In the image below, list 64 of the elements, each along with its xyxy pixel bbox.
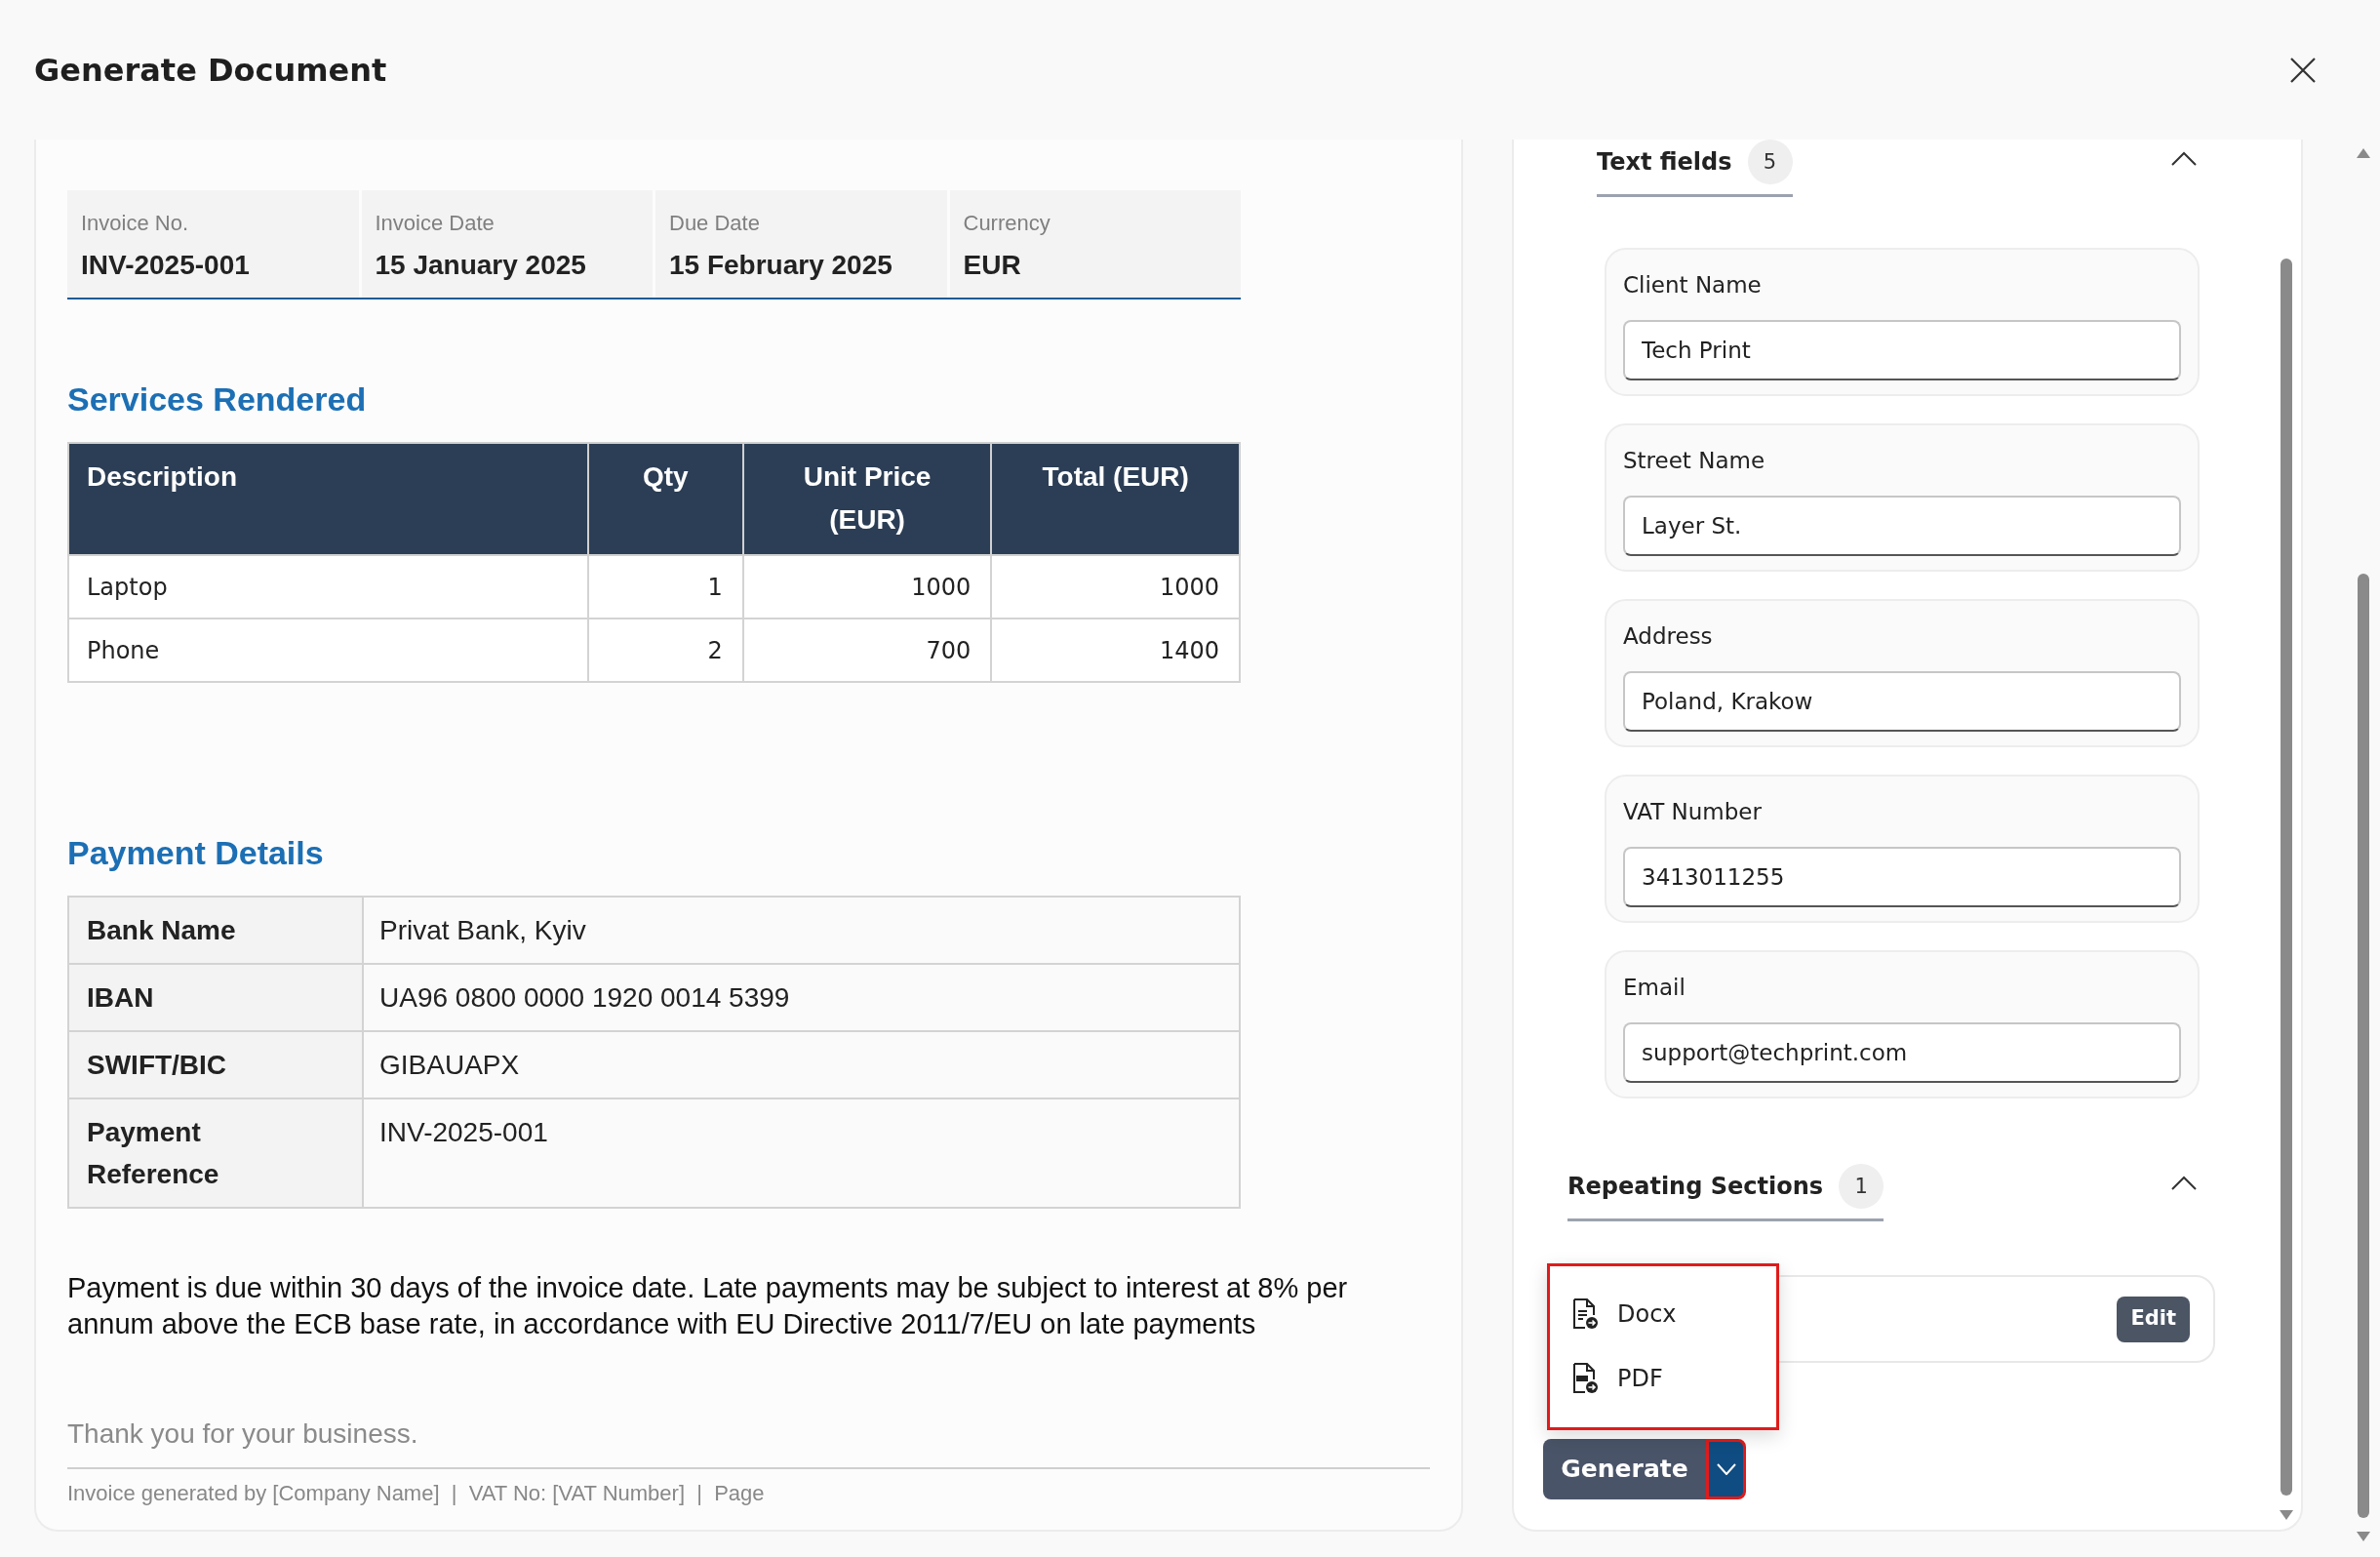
info-label: Currency <box>963 210 1051 237</box>
table-cell: UA96 0800 0000 1920 0014 5399 <box>363 964 1240 1031</box>
chevron-down-icon <box>1716 1463 1736 1475</box>
section-tab[interactable]: Text fields 5 <box>1597 140 1793 197</box>
row-label: SWIFT/BIC <box>68 1031 363 1098</box>
field-label: Street Name <box>1623 447 1766 475</box>
scrollbar-thumb[interactable] <box>2358 574 2369 1518</box>
chevron-up-icon[interactable] <box>2170 151 2198 167</box>
table-cell: 700 <box>742 619 992 682</box>
info-label: Due Date <box>669 210 761 237</box>
dialog-title: Generate Document <box>34 50 387 91</box>
section-heading: Services Rendered <box>67 379 368 419</box>
edit-button[interactable]: Edit <box>2117 1296 2190 1342</box>
info-value: EUR <box>963 249 1022 282</box>
info-value: 15 February 2025 <box>669 249 893 282</box>
terms-paragraph: Payment is due within 30 days of the invoice date. Late payments may be subject to interest at 8% per annum above the ECB base rate, in accordance with EU Directive 2011/7/EU on late payments <box>67 1271 1349 1341</box>
field-label: Email <box>1623 974 1686 1002</box>
document-arrow-icon <box>1570 1362 1600 1395</box>
scroll-down-icon[interactable] <box>2357 1532 2370 1541</box>
field-label: Address <box>1623 622 1714 651</box>
input-field[interactable]: Layer St. <box>1623 496 2181 556</box>
table-cell: INV-2025-001 <box>363 1098 1240 1208</box>
column-header: Unit Price (EUR) <box>742 443 992 555</box>
input-field[interactable]: Tech Print <box>1623 320 2181 380</box>
dropdown-toggle[interactable] <box>1706 1439 1746 1499</box>
table-cell: GIBAUAPX <box>363 1031 1240 1098</box>
field-label: Client Name <box>1623 271 1763 299</box>
table-cell: 2 <box>588 619 743 682</box>
table-cell: Laptop <box>68 555 588 619</box>
row-label: Payment Reference <box>68 1098 363 1208</box>
count-badge: 1 <box>1839 1164 1884 1209</box>
info-label: Invoice Date <box>375 210 496 237</box>
table-cell: 1400 <box>991 619 1240 682</box>
table-cell: Phone <box>68 619 588 682</box>
section-tab[interactable]: Repeating Sections 1 <box>1567 1164 1884 1221</box>
row-label: IBAN <box>68 964 363 1031</box>
input-field[interactable]: 3413011255 <box>1623 847 2181 907</box>
column-header: Description <box>68 443 588 555</box>
column-header: Total (EUR) <box>991 443 1240 555</box>
info-value: 15 January 2025 <box>375 249 587 282</box>
close-icon[interactable] <box>2290 57 2316 83</box>
info-value: INV-2025-001 <box>81 249 251 282</box>
input-field[interactable]: Poland, Krakow <box>1623 671 2181 732</box>
field-label: VAT Number <box>1623 798 1763 826</box>
menu-item[interactable]: PDF <box>1550 1346 1776 1411</box>
table-cell: 1000 <box>742 555 992 619</box>
section-heading: Payment Details <box>67 833 325 872</box>
scrollbar-thumb[interactable] <box>2281 259 2292 1496</box>
count-badge: 5 <box>1747 140 1793 184</box>
input-field[interactable]: support@techprint.com <box>1623 1022 2181 1083</box>
scroll-up-icon[interactable] <box>2357 148 2370 158</box>
table-cell: 1 <box>588 555 743 619</box>
table-cell: Privat Bank, Kyiv <box>363 897 1240 964</box>
menu-item[interactable]: Docx <box>1550 1282 1776 1346</box>
thanks-text: Thank you for your business. <box>67 1417 419 1451</box>
scroll-down-icon[interactable] <box>2280 1510 2293 1520</box>
generate-button[interactable]: Generate <box>1543 1439 1706 1499</box>
chevron-up-icon[interactable] <box>2170 1176 2198 1191</box>
column-header: Qty <box>588 443 743 555</box>
document-arrow-icon <box>1570 1298 1600 1331</box>
table-cell: 1000 <box>991 555 1240 619</box>
footer-text: Invoice generated by [Company Name] | VAT No: [VAT Number] | Page <box>67 1480 766 1507</box>
info-label: Invoice No. <box>81 210 190 237</box>
row-label: Bank Name <box>68 897 363 964</box>
